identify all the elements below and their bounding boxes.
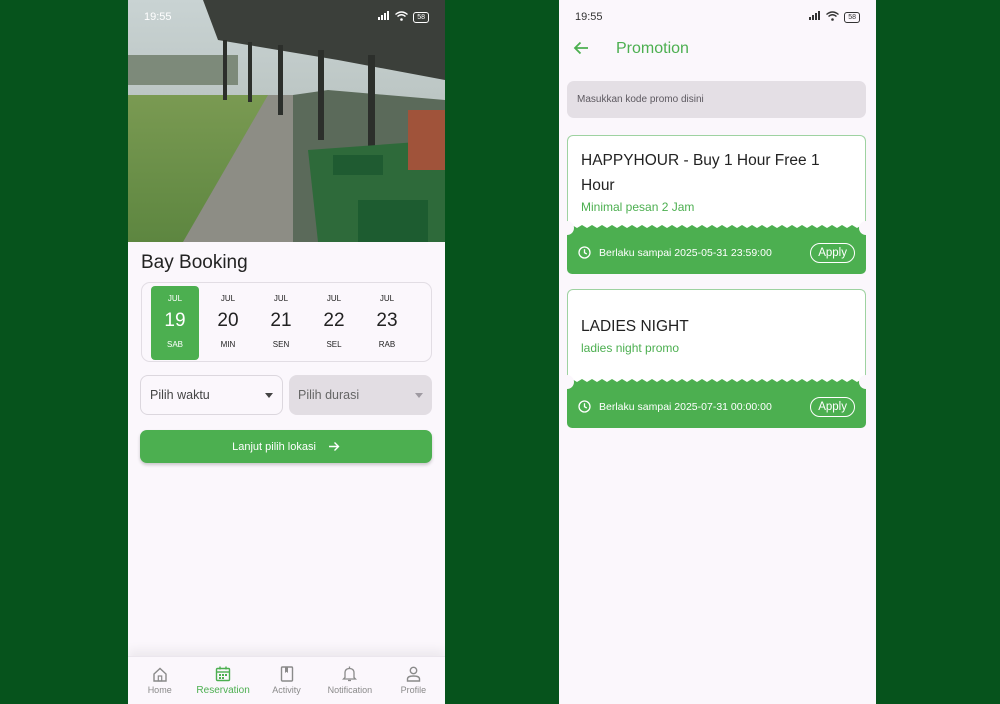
ticket-notch <box>859 375 873 389</box>
nav-item-profile[interactable]: Profile <box>382 657 445 704</box>
ticket-notch <box>859 221 873 235</box>
nav-label: Home <box>147 684 172 695</box>
promo-title: LADIES NIGHT <box>581 318 689 335</box>
date-item-19[interactable]: JUL 19 SAB <box>151 286 199 360</box>
date-month: JUL <box>220 294 236 303</box>
home-icon <box>152 667 168 682</box>
status-time: 19:55 <box>575 11 603 23</box>
promo-card-footer: Berlaku sampai 2025-05-31 23:59:00 Apply <box>567 231 866 274</box>
status-icons: 58 <box>378 10 429 24</box>
date-month: JUL <box>379 294 395 303</box>
calendar-icon <box>215 666 231 682</box>
wifi-icon <box>826 10 840 24</box>
date-item-21[interactable]: JUL 21 SEN <box>257 286 305 360</box>
nav-label: Profile <box>400 685 427 695</box>
bay-booking-screen: 19:55 58 Bay Booking JUL 19 SAB JUL 20 M… <box>128 0 445 704</box>
date-day: 23 <box>376 310 398 331</box>
status-bar: 19:55 58 <box>128 0 445 34</box>
signal-icon <box>378 11 390 23</box>
date-weekday: SEN <box>272 340 290 349</box>
signal-icon <box>809 11 821 23</box>
bell-icon <box>342 666 358 682</box>
nav-item-notification[interactable]: Notification <box>318 657 381 704</box>
battery-icon: 58 <box>844 11 860 23</box>
promo-subtitle: ladies night promo <box>581 341 680 355</box>
date-item-20[interactable]: JUL 20 MIN <box>204 286 252 360</box>
date-day: 20 <box>217 310 239 331</box>
nav-label: Reservation <box>196 684 250 696</box>
nav-label: Activity <box>272 685 301 695</box>
time-select[interactable]: Pilih waktu <box>140 375 283 415</box>
date-month: JUL <box>326 294 342 303</box>
promo-code-input[interactable] <box>567 81 866 118</box>
bottom-navigation: Home Reservation Activity Notification P… <box>128 656 445 704</box>
nav-item-activity[interactable]: Activity <box>255 657 318 704</box>
driving-range-photo <box>128 0 445 242</box>
promo-validity: Berlaku sampai 2025-05-31 23:59:00 <box>599 246 772 259</box>
date-weekday: SEL <box>326 340 342 349</box>
date-month: JUL <box>273 294 289 303</box>
status-icons: 58 <box>809 10 860 24</box>
battery-icon: 58 <box>413 11 429 23</box>
status-time: 19:55 <box>144 11 172 23</box>
date-picker: JUL 19 SAB JUL 20 MIN JUL 21 SEN JUL 22 … <box>141 282 432 362</box>
continue-label: Lanjut pilih lokasi <box>232 440 316 453</box>
promo-card-body: LADIES NIGHT ladies night promo <box>567 289 866 385</box>
date-day: 19 <box>164 310 186 331</box>
apply-button[interactable]: Apply <box>810 396 855 417</box>
promo-subtitle: Minimal pesan 2 Jam <box>581 200 695 214</box>
chevron-down-icon <box>415 392 423 398</box>
page-title: Promotion <box>616 40 689 57</box>
time-select-label: Pilih waktu <box>150 388 210 402</box>
clock-icon <box>578 400 591 413</box>
clock-icon <box>578 246 591 259</box>
promo-card-footer: Berlaku sampai 2025-07-31 00:00:00 Apply <box>567 385 866 428</box>
nav-item-home[interactable]: Home <box>128 657 191 704</box>
book-icon <box>280 666 294 682</box>
promo-card: HAPPYHOUR - Buy 1 Hour Free 1 Hour Minim… <box>560 135 873 274</box>
date-weekday: RAB <box>378 340 396 349</box>
date-day: 22 <box>323 310 345 331</box>
date-weekday: MIN <box>220 340 236 349</box>
status-bar: 19:55 58 <box>559 0 876 34</box>
date-month: JUL <box>167 294 183 303</box>
arrow-left-icon <box>573 41 589 60</box>
page-title: Bay Booking <box>141 252 248 273</box>
back-button[interactable] <box>570 39 592 61</box>
apply-button[interactable]: Apply <box>810 242 855 263</box>
ticket-notch <box>560 221 574 235</box>
promo-card-body: HAPPYHOUR - Buy 1 Hour Free 1 Hour Minim… <box>567 135 866 231</box>
chevron-down-icon <box>265 392 273 398</box>
continue-location-button[interactable]: Lanjut pilih lokasi <box>140 430 432 463</box>
person-icon <box>406 666 421 682</box>
promo-title: HAPPYHOUR - Buy 1 Hour Free 1 Hour <box>581 152 820 194</box>
wifi-icon <box>395 10 409 24</box>
date-item-22[interactable]: JUL 22 SEL <box>310 286 358 360</box>
date-day: 21 <box>270 310 292 331</box>
date-weekday: SAB <box>166 340 183 349</box>
promo-card: LADIES NIGHT ladies night promo Berlaku … <box>560 289 873 428</box>
arrow-right-icon <box>328 440 340 454</box>
ticket-notch <box>560 375 574 389</box>
date-item-23[interactable]: JUL 23 RAB <box>363 286 411 360</box>
duration-select[interactable]: Pilih durasi <box>289 375 432 415</box>
nav-item-reservation[interactable]: Reservation <box>191 657 254 704</box>
duration-select-label: Pilih durasi <box>298 388 360 402</box>
promotion-screen: 19:55 58 Promotion HAPPYHOUR - Buy 1 Hou… <box>559 0 876 704</box>
nav-label: Notification <box>327 685 373 695</box>
promo-validity: Berlaku sampai 2025-07-31 00:00:00 <box>599 400 772 413</box>
